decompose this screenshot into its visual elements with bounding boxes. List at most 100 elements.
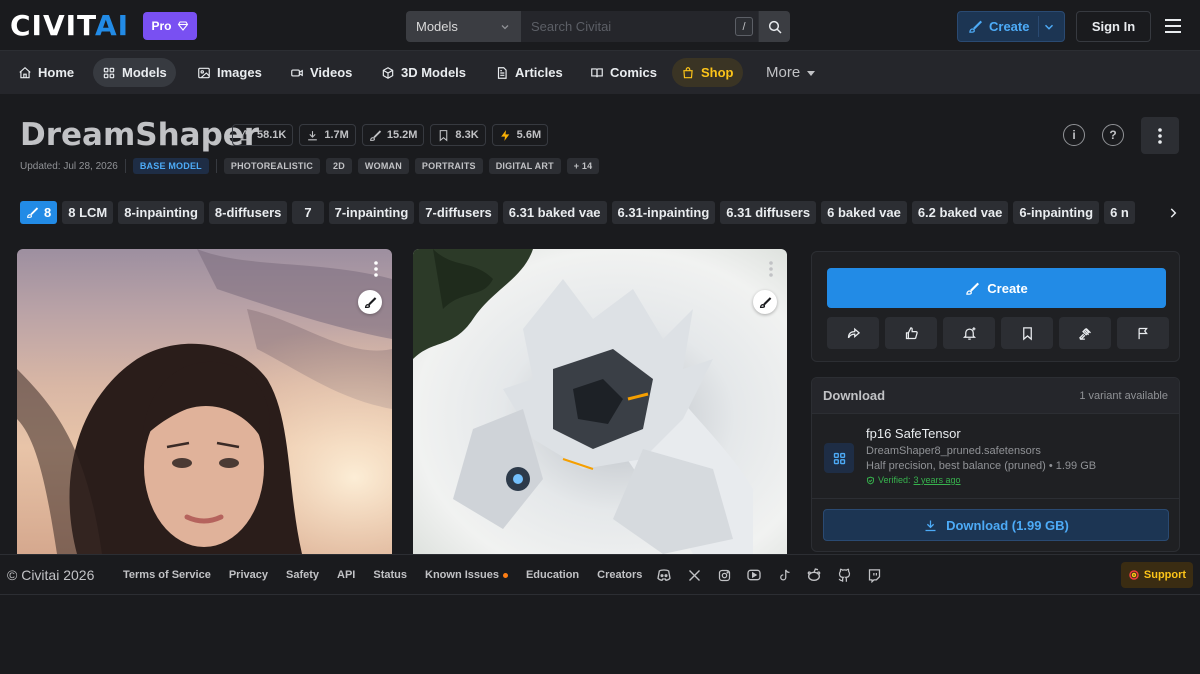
twitch-icon[interactable] [865,566,883,584]
help-icon[interactable]: ? [1102,124,1124,146]
chevron-right-icon [1166,206,1180,220]
model-header-actions: i ? [1063,124,1124,146]
discord-icon[interactable] [655,566,673,584]
version-chip[interactable]: 6-inpainting [1013,201,1100,224]
instagram-icon[interactable] [715,566,733,584]
version-chip-active[interactable]: 8 [20,201,58,224]
footer-link-api[interactable]: API [328,569,364,581]
reddit-icon[interactable] [805,566,823,584]
version-chip[interactable]: 6 baked vae [821,201,907,224]
divider [215,159,217,173]
tiktok-icon[interactable] [775,566,793,584]
share-button[interactable] [827,317,879,349]
image-options-icon[interactable] [769,261,773,277]
support-button[interactable]: Support [1121,562,1193,588]
nav-item-comics[interactable]: Comics [581,58,666,87]
shopping-bag-icon [681,66,695,80]
notify-button[interactable] [943,317,995,349]
social-links [655,566,883,584]
flag-icon [1136,326,1151,341]
info-icon[interactable]: i [1063,124,1085,146]
footer-link-creators[interactable]: Creators [588,569,651,581]
brush-icon [965,281,980,296]
nav-label: Comics [610,65,657,80]
sign-in-button[interactable]: Sign In [1076,11,1151,42]
file-variant-row[interactable]: fp16 SafeTensor DreamShaper8_pruned.safe… [812,415,1179,499]
grid-icon [102,66,116,80]
version-chip[interactable]: 7-inpainting [328,201,415,224]
like-button[interactable] [885,317,937,349]
version-chip[interactable]: 6.2 baked vae [911,201,1009,224]
likes-stat[interactable]: 58.1K [232,124,294,146]
search-icon [767,19,783,35]
footer-link-known-issues[interactable]: Known Issues [416,569,517,581]
versions-scroll-right-button[interactable] [1152,201,1180,224]
nav-label: Models [122,65,167,80]
remix-button[interactable] [358,290,382,314]
nav-more-label: More [766,64,801,81]
footer-link-status[interactable]: Status [364,569,416,581]
x-icon[interactable] [685,566,703,584]
download-button[interactable]: Download (1.99 GB) [823,509,1169,541]
remix-button[interactable] [753,290,777,314]
version-chip[interactable]: 6.31 baked vae [502,201,607,224]
video-icon [290,66,304,80]
copyright: © Civitai 2026 [7,567,95,583]
bookmarks-stat[interactable]: 8.3K [430,124,486,146]
tag-chip[interactable]: DIGITAL ART [488,158,561,174]
download-title: Download [823,388,886,403]
footer-link-safety[interactable]: Safety [277,569,328,581]
nav-item-shop[interactable]: Shop [672,58,743,87]
tag-chip[interactable]: PORTRAITS [414,158,483,174]
portrait-illustration [17,249,392,554]
pro-button[interactable]: Pro [143,12,197,40]
version-chip[interactable]: 6.31-inpainting [611,201,716,224]
footer-link-privacy[interactable]: Privacy [220,569,277,581]
create-button[interactable]: Create [827,268,1166,308]
more-tags-chip[interactable]: + 14 [566,158,600,174]
nav-more-menu[interactable]: More [757,58,825,87]
share-icon [846,326,861,341]
header-create-button[interactable]: Create [957,11,1065,42]
nav-item-3d-models[interactable]: 3D Models [372,58,475,87]
nav-item-images[interactable]: Images [188,58,271,87]
version-chip[interactable]: 6.31 diffusers [720,201,817,224]
version-chip[interactable]: 7-diffusers [419,201,498,224]
nav-label: Articles [515,65,563,80]
image-options-icon[interactable] [374,261,378,277]
report-button[interactable] [1117,317,1169,349]
tag-chip[interactable]: WOMAN [357,158,409,174]
model-meta-row: Updated: Jul 28, 2026 BASE MODEL PHOTORE… [20,158,600,174]
civitai-logo[interactable]: CIVITAI [10,12,129,40]
model-options-button[interactable] [1141,117,1179,154]
youtube-icon[interactable] [745,566,763,584]
tag-chip[interactable]: 2D [326,158,352,174]
caret-down-icon [806,68,816,78]
auction-button[interactable] [1059,317,1111,349]
hamburger-menu-icon[interactable] [1163,17,1183,35]
version-chip[interactable]: 6 n [1104,201,1135,224]
tag-chip[interactable]: PHOTOREALISTIC [223,158,321,174]
nav-item-home[interactable]: Home [9,58,83,87]
verified-age[interactable]: 3 years ago [914,475,961,485]
version-chip[interactable]: 8 LCM [62,201,114,224]
search-category-select[interactable]: Models [406,11,521,42]
version-chip[interactable]: 7 [292,201,324,224]
search-button[interactable] [758,11,790,42]
model-actions-panel: Create [811,251,1180,362]
version-chip[interactable]: 8-diffusers [208,201,288,224]
nav-item-models[interactable]: Models [93,58,176,87]
nav-item-videos[interactable]: Videos [281,58,361,87]
footer-link-education[interactable]: Education [517,569,588,581]
github-icon[interactable] [835,566,853,584]
gallery-image-robot[interactable] [413,249,787,554]
search-input[interactable] [521,11,758,42]
bookmark-button[interactable] [1001,317,1053,349]
version-chip[interactable]: 8-inpainting [118,201,204,224]
footer-link-terms[interactable]: Terms of Service [114,569,220,581]
chevron-down-icon[interactable] [1042,20,1056,34]
nav-item-articles[interactable]: Articles [486,58,572,87]
buzz-stat[interactable]: 5.6M [491,124,549,146]
gallery-image-portrait[interactable] [17,249,392,554]
pro-label: Pro [151,19,172,33]
